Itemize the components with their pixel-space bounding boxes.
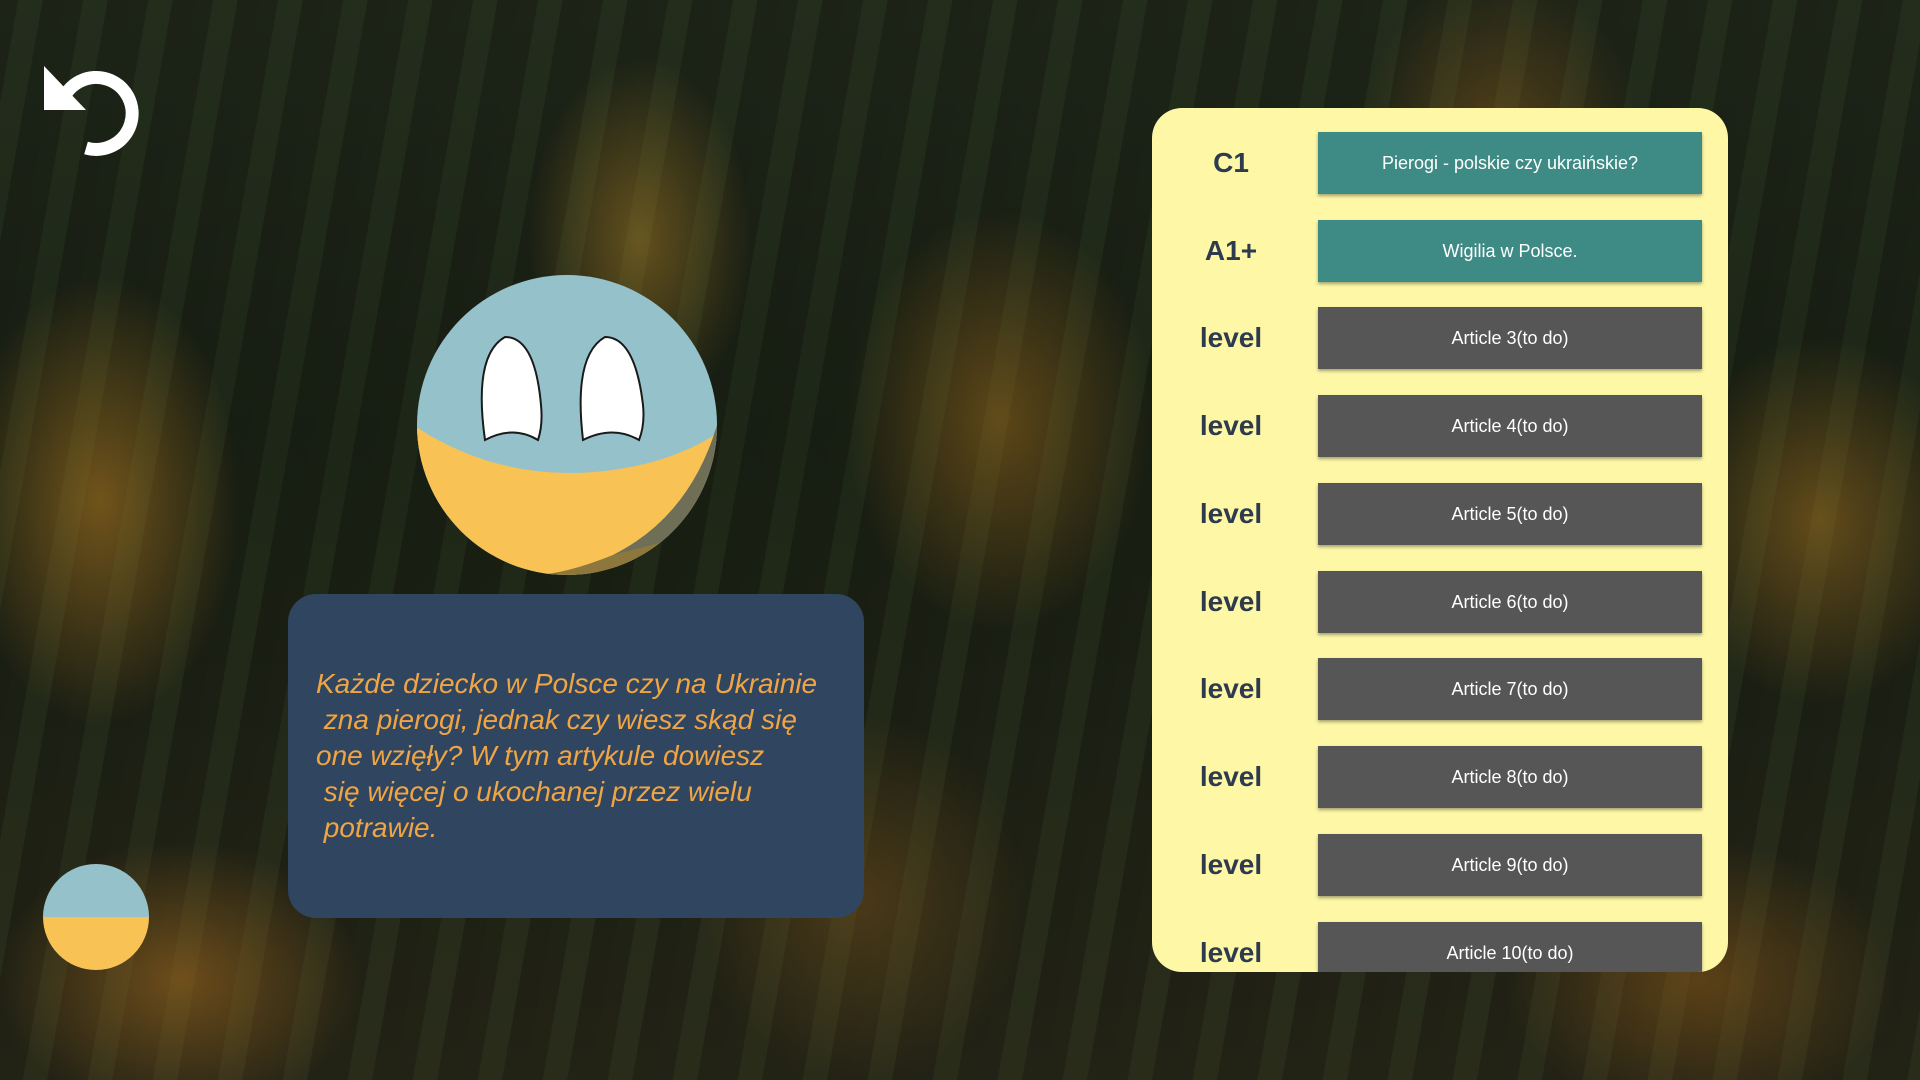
article-level-label: level <box>1199 322 1263 353</box>
article-row: level Article 9(to do) <box>1152 834 1728 896</box>
article-button-4[interactable]: Article 4(to do) <box>1318 395 1702 457</box>
article-row: level Article 3(to do) <box>1152 307 1728 369</box>
article-button-3[interactable]: Article 3(to do) <box>1318 307 1702 369</box>
mascot-ball <box>413 275 729 575</box>
article-level-label: level <box>1199 673 1263 704</box>
ukraine-ball-mascot-icon <box>417 275 717 575</box>
article-level-label: level <box>1199 937 1263 968</box>
article-button-6[interactable]: Article 6(to do) <box>1318 571 1702 633</box>
article-level-label: level <box>1199 586 1263 617</box>
article-row: level Article 6(to do) <box>1152 571 1728 633</box>
article-row: level Article 5(to do) <box>1152 483 1728 545</box>
undo-arrow-icon <box>44 66 139 156</box>
article-description-box: Każde dziecko w Polsce czy na Ukrainie z… <box>288 594 864 918</box>
article-button-7[interactable]: Article 7(to do) <box>1318 658 1702 720</box>
article-button-10[interactable]: Article 10(to do) <box>1318 922 1702 972</box>
article-button-5[interactable]: Article 5(to do) <box>1318 483 1702 545</box>
article-level-label: level <box>1199 498 1263 529</box>
article-description-text: Każde dziecko w Polsce czy na Ukrainie z… <box>316 668 818 843</box>
article-button-8[interactable]: Article 8(to do) <box>1318 746 1702 808</box>
back-button[interactable] <box>40 52 150 162</box>
article-list-panel[interactable]: C1 Pierogi - polskie czy ukraińskie? A1+… <box>1152 108 1728 972</box>
article-button-1[interactable]: Pierogi - polskie czy ukraińskie? <box>1318 132 1702 194</box>
article-button-2[interactable]: Wigilia w Polsce. <box>1318 220 1702 282</box>
article-level-label: level <box>1199 761 1263 792</box>
article-row: level Article 10(to do) <box>1152 922 1728 972</box>
article-row: level Article 4(to do) <box>1152 395 1728 457</box>
article-level-label: A1+ <box>1204 235 1258 266</box>
article-button-9[interactable]: Article 9(to do) <box>1318 834 1702 896</box>
article-row: A1+ Wigilia w Polsce. <box>1152 220 1728 282</box>
article-row: level Article 7(to do) <box>1152 658 1728 720</box>
article-level-label: level <box>1199 849 1263 880</box>
article-level-label: C1 <box>1213 147 1249 178</box>
article-row: level Article 8(to do) <box>1152 746 1728 808</box>
language-flag-button[interactable] <box>43 864 149 970</box>
article-level-label: level <box>1199 410 1263 441</box>
article-row: C1 Pierogi - polskie czy ukraińskie? <box>1152 132 1728 194</box>
